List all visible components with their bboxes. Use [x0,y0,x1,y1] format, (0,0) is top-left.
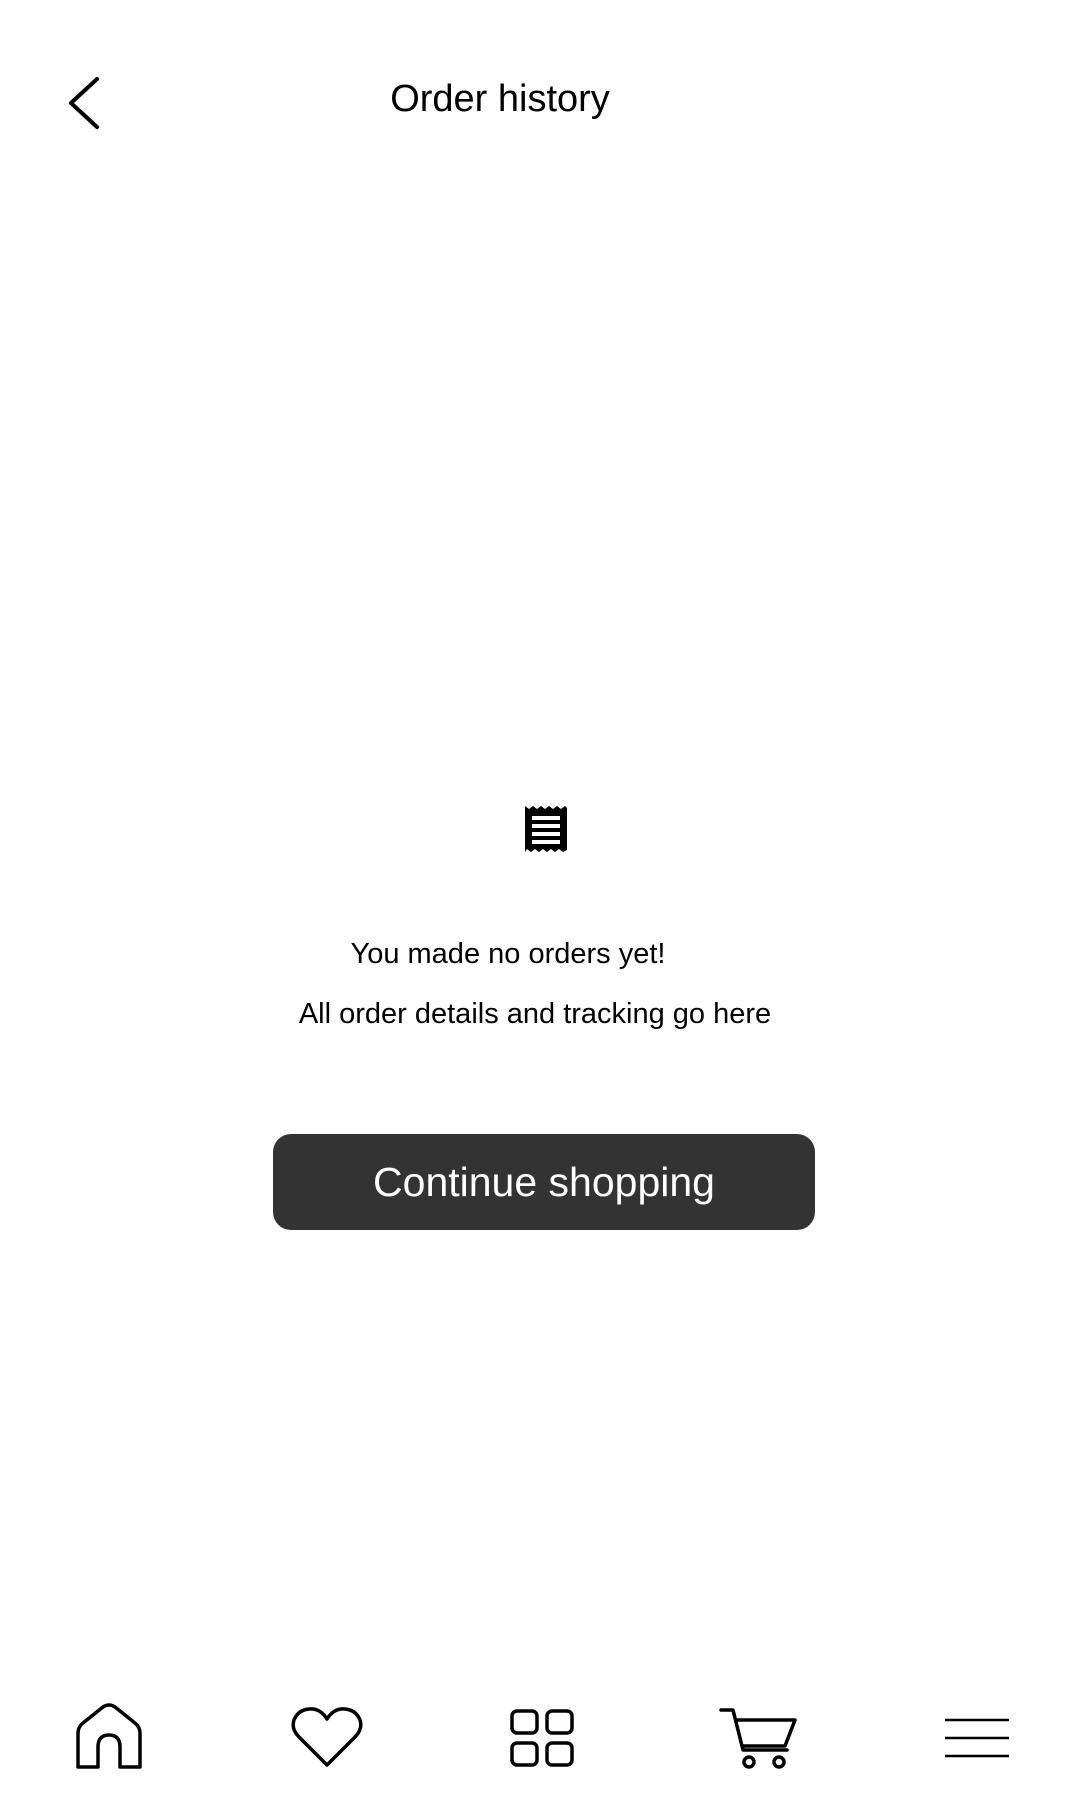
heart-icon [291,1707,363,1767]
grid-icon [510,1709,574,1767]
nav-home-button[interactable] [54,1690,164,1786]
page-title: Order history [0,74,1080,124]
continue-shopping-button[interactable]: Continue shopping [273,1134,815,1230]
home-icon [76,1703,142,1769]
nav-favorites-button[interactable] [272,1690,382,1786]
nav-catalog-button[interactable] [487,1690,597,1786]
nav-cart-button[interactable] [704,1690,814,1786]
nav-menu-button[interactable] [922,1690,1032,1786]
cart-icon [719,1708,797,1769]
empty-state-title: You made no orders yet! [350,938,666,970]
page-title-text: Order history [390,78,610,120]
bottom-navigation [0,1690,1080,1800]
app-header: Order history [0,0,1080,200]
receipt-icon [524,806,568,852]
empty-state-subtitle: All order details and tracking go here [298,998,772,1030]
menu-icon [945,1718,1009,1758]
